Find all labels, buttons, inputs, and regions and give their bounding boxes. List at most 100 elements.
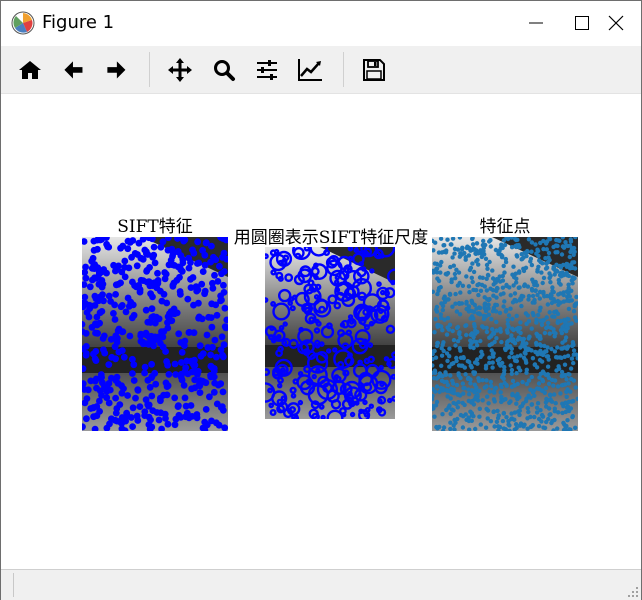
keypoint-marker bbox=[500, 245, 505, 251]
keypoint-marker bbox=[107, 298, 114, 305]
zoom-button[interactable] bbox=[211, 57, 237, 83]
keypoint-marker bbox=[523, 311, 529, 316]
keypoint-marker bbox=[495, 286, 500, 291]
configure-subplots-button[interactable] bbox=[254, 57, 280, 83]
keypoint-marker bbox=[132, 394, 139, 402]
keypoint-marker bbox=[146, 383, 154, 391]
keypoint-marker bbox=[178, 349, 186, 356]
pan-button[interactable] bbox=[167, 57, 193, 83]
sift-scale-circles-image bbox=[254, 237, 403, 427]
keypoint-marker bbox=[187, 275, 194, 283]
keypoint-marker bbox=[83, 415, 90, 423]
keypoint-marker bbox=[534, 320, 539, 325]
back-button[interactable] bbox=[61, 57, 87, 83]
keypoint-marker bbox=[484, 276, 489, 281]
keypoint-marker bbox=[493, 385, 499, 391]
keypoint-marker bbox=[213, 311, 221, 319]
keypoint-marker bbox=[491, 397, 497, 402]
keypoint-marker bbox=[449, 277, 454, 282]
keypoint-marker bbox=[564, 346, 570, 351]
keypoint-marker bbox=[185, 264, 193, 272]
keypoint-marker bbox=[194, 286, 202, 294]
keypoint-marker bbox=[92, 295, 100, 303]
keypoint-marker bbox=[477, 406, 482, 411]
minimize-button[interactable] bbox=[513, 1, 559, 46]
keypoint-marker bbox=[537, 342, 543, 347]
keypoint-marker bbox=[434, 266, 439, 272]
keypoint-marker bbox=[205, 313, 212, 321]
keypoint-marker bbox=[459, 252, 465, 257]
keypoint-marker bbox=[476, 292, 481, 298]
feature-points-image bbox=[429, 234, 580, 434]
keypoint-marker bbox=[163, 358, 170, 365]
keypoint-marker bbox=[555, 243, 560, 249]
title-bar[interactable]: Figure 1 bbox=[1, 1, 641, 46]
subplot-1-image[interactable] bbox=[78, 233, 231, 435]
subplot-2-image[interactable] bbox=[254, 237, 403, 427]
keypoint-marker bbox=[533, 242, 538, 247]
keypoint-marker bbox=[559, 252, 565, 257]
resize-grip-icon[interactable] bbox=[627, 586, 639, 598]
keypoint-marker bbox=[537, 336, 543, 341]
keypoint-marker bbox=[513, 237, 519, 243]
keypoint-marker bbox=[550, 418, 555, 424]
keypoint-marker bbox=[549, 293, 554, 298]
keypoint-marker bbox=[552, 334, 557, 339]
close-button[interactable] bbox=[593, 1, 639, 46]
keypoint-marker bbox=[177, 373, 185, 381]
subplot-1-title: SIFT特征 bbox=[117, 217, 193, 237]
keypoint-marker bbox=[469, 365, 474, 370]
keypoint-marker bbox=[475, 361, 480, 366]
figure-canvas[interactable]: SIFT特征 用圆圈表示SIFT特征尺度 特征点 bbox=[1, 94, 641, 569]
keypoint-marker bbox=[472, 321, 477, 327]
keypoint-marker bbox=[480, 398, 485, 403]
save-button[interactable] bbox=[361, 57, 387, 83]
keypoint-marker bbox=[154, 277, 162, 284]
keypoint-marker bbox=[534, 386, 540, 391]
status-bar bbox=[1, 569, 641, 600]
keypoint-marker bbox=[124, 294, 132, 302]
keypoint-marker bbox=[93, 236, 101, 244]
keypoint-marker bbox=[186, 329, 193, 336]
keypoint-marker bbox=[526, 319, 532, 324]
keypoint-marker bbox=[529, 249, 534, 254]
keypoint-marker bbox=[551, 297, 556, 302]
keypoint-marker bbox=[461, 355, 466, 360]
keypoint-marker bbox=[461, 391, 466, 396]
keypoint-marker bbox=[148, 392, 156, 400]
keypoint-marker bbox=[489, 317, 494, 322]
keypoint-marker bbox=[461, 386, 466, 391]
keypoint-marker bbox=[207, 258, 214, 266]
keypoint-marker bbox=[491, 288, 496, 293]
keypoint-marker bbox=[182, 364, 190, 372]
keypoint-marker bbox=[497, 310, 503, 316]
keypoint-marker bbox=[485, 272, 491, 278]
keypoint-marker bbox=[566, 372, 571, 377]
keypoint-marker bbox=[178, 267, 186, 275]
keypoint-marker bbox=[571, 309, 577, 314]
edit-axis-button[interactable] bbox=[297, 57, 323, 83]
keypoint-marker bbox=[212, 419, 220, 427]
keypoint-marker bbox=[130, 361, 138, 369]
keypoint-marker bbox=[547, 257, 552, 263]
keypoint-marker bbox=[555, 298, 561, 304]
keypoint-marker bbox=[545, 302, 550, 307]
keypoint-marker bbox=[219, 253, 226, 261]
keypoint-marker bbox=[517, 395, 522, 400]
keypoint-marker bbox=[529, 326, 534, 331]
keypoint-marker bbox=[122, 308, 130, 316]
keypoint-marker bbox=[511, 339, 516, 344]
keypoint-marker bbox=[515, 337, 521, 342]
keypoint-marker bbox=[129, 237, 137, 244]
keypoint-marker bbox=[500, 253, 505, 259]
keypoint-marker bbox=[112, 394, 119, 402]
keypoint-marker bbox=[446, 327, 452, 332]
keypoint-marker bbox=[571, 276, 576, 282]
keypoint-marker bbox=[439, 259, 444, 265]
forward-button[interactable] bbox=[103, 57, 129, 83]
keypoint-marker bbox=[448, 373, 453, 378]
keypoint-marker bbox=[105, 361, 113, 368]
home-button[interactable] bbox=[17, 57, 43, 83]
keypoint-marker bbox=[462, 402, 467, 408]
subplot-3-image[interactable] bbox=[429, 234, 580, 434]
